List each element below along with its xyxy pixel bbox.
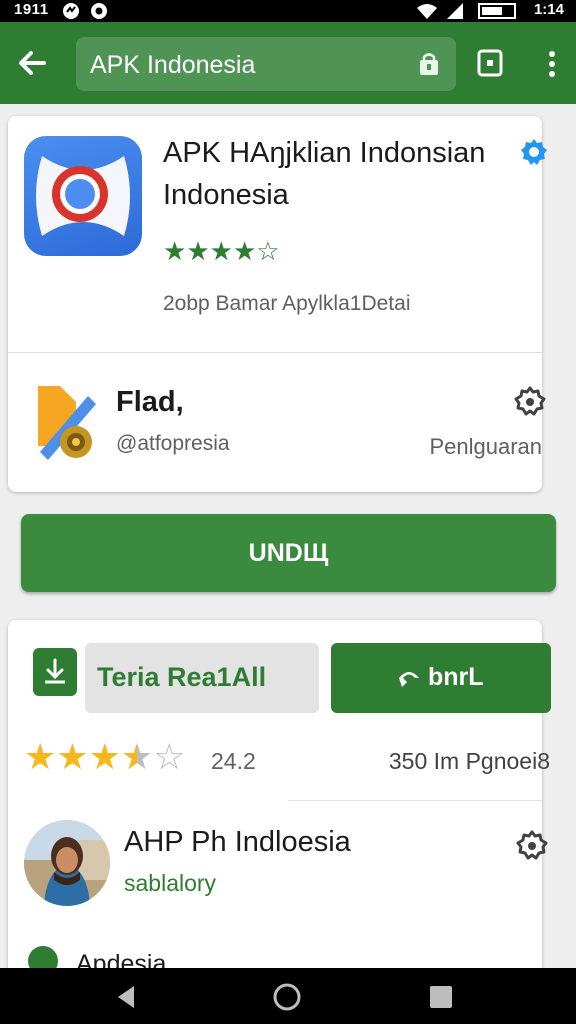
wifi-icon <box>417 4 437 19</box>
review-title: AHP Ph Indloesia <box>124 826 351 858</box>
app-rating-stars: ★★★★☆ <box>163 236 280 266</box>
action-button[interactable]: bnrL <box>331 643 551 713</box>
signal-icon <box>447 3 463 19</box>
app-icon[interactable] <box>24 136 142 256</box>
tabs-icon[interactable] <box>476 48 504 78</box>
settings-gear-icon[interactable] <box>514 386 546 418</box>
search-bar[interactable]: APK Indonesia <box>76 37 456 91</box>
verified-badge-icon <box>521 139 547 165</box>
notification-icon <box>63 3 79 19</box>
notification-icon <box>91 3 107 19</box>
rating-value: 24.2 <box>211 748 256 774</box>
settings-gear-icon[interactable] <box>516 830 548 862</box>
status-time: 1911 <box>14 1 49 18</box>
developer-icon <box>38 386 96 460</box>
secondary-button[interactable]: Teria Rea1All <box>85 643 319 713</box>
system-nav-bar <box>0 968 576 1024</box>
detail-card: Teria Rea1All bnrL ★★★★☆ 24.2 350 Im Pgn… <box>8 620 551 980</box>
action-button-label: bnrL <box>428 663 484 691</box>
link-icon <box>399 672 419 687</box>
star-half-icon: ★ <box>120 736 154 777</box>
app-bar: APK Indonesia <box>0 22 576 104</box>
star-icon: ★ <box>56 736 89 777</box>
app-info-card: APK HAŋjklian Indonsian Indonesia ★★★★☆ … <box>8 116 547 492</box>
detail-rating-stars: ★★★★☆ <box>24 736 186 777</box>
app-logo-icon <box>36 156 130 236</box>
avatar-image <box>24 820 110 906</box>
app-meta: 2obp Bamar Apylkla1Detai <box>163 292 411 315</box>
star-icon: ★ <box>88 736 121 777</box>
status-bar: 1911 1:14 <box>0 0 576 22</box>
install-count: 350 Im Pgnoei8 <box>388 748 550 774</box>
star-icon: ★ <box>24 736 57 777</box>
developer-handle: @atfopresia <box>116 432 230 455</box>
nav-recents-icon[interactable] <box>426 982 456 1012</box>
download-arrow-icon <box>45 658 65 684</box>
nav-home-icon[interactable] <box>272 982 302 1012</box>
star-outline-icon: ☆ <box>256 236 280 266</box>
lock-icon <box>420 53 438 75</box>
nav-back-icon[interactable] <box>112 982 142 1012</box>
divider <box>8 352 542 353</box>
app-title: APK HAŋjklian Indonsian Indonesia <box>163 137 486 211</box>
divider <box>288 800 542 801</box>
battery-icon <box>478 3 516 19</box>
star-icon: ★ <box>186 236 210 266</box>
developer-name[interactable]: Flad, <box>116 386 184 419</box>
star-icon: ★ <box>209 236 233 266</box>
download-icon[interactable] <box>33 648 77 696</box>
more-vert-icon[interactable] <box>540 49 564 79</box>
star-icon: ★ <box>232 236 257 266</box>
star-outline-icon: ☆ <box>153 736 186 777</box>
back-arrow-icon[interactable] <box>10 41 54 85</box>
primary-download-button[interactable]: UNDЩ <box>21 514 556 592</box>
secondary-button-label: Teria Rea1All <box>97 662 267 692</box>
status-clock: 1:14 <box>533 1 564 18</box>
developer-action-link[interactable]: Penlguaran <box>429 434 542 460</box>
search-query[interactable]: APK Indonesia <box>90 51 255 80</box>
review-subtitle[interactable]: sablalory <box>124 870 216 897</box>
reviewer-avatar[interactable] <box>24 820 110 906</box>
star-icon: ★ <box>163 236 187 266</box>
